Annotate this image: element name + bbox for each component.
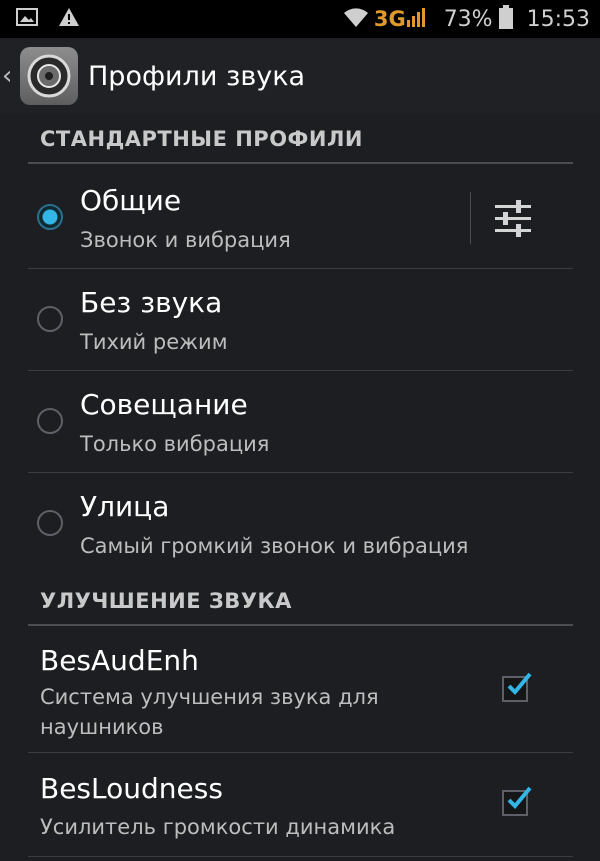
pref-title: BesAudEnh [40,644,199,677]
wifi-icon [342,6,370,32]
pref-title: BesLoudness [40,772,223,805]
action-bar[interactable]: ‹ Профили звука [0,38,600,114]
profile-subtitle: Самый громкий звонок и вибрация [80,534,469,558]
profile-radio-outdoor[interactable] [37,510,63,536]
pref-checkbox-besaudenh[interactable] [502,672,532,702]
pref-subtitle: Система улучшения звука для наушников [40,685,379,739]
profile-row-meeting[interactable]: Совещание Только вибрация [28,370,573,473]
clock: 15:53 [526,6,590,32]
profile-title: Улица [80,490,170,523]
profile-title: Без звука [80,286,223,319]
profile-title: Совещание [80,388,248,421]
profile-settings-button[interactable] [483,192,543,246]
profile-title: Общие [80,184,182,217]
pref-row-besaudenh[interactable]: BesAudEnh Система улучшения звука для на… [28,628,573,753]
network-type: 3G [373,7,406,31]
profile-row-silent[interactable]: Без звука Тихий режим [28,268,573,371]
profile-subtitle: Только вибрация [80,432,270,456]
back-caret-icon[interactable]: ‹ [2,61,16,91]
battery-percent: 73% [443,6,493,32]
page-title: Профили звука [88,60,306,92]
sound-profiles-app-icon [20,47,78,105]
profile-row-general[interactable]: Общие Звонок и вибрация [28,166,573,269]
battery-icon [498,5,513,33]
warning-icon [58,7,80,31]
screen: 3G 73% 15:53 ‹ Профили звука СТАНДАРТНЫЕ… [0,0,600,861]
status-bar: 3G 73% 15:53 [0,0,600,38]
section-header-label: УЛУЧШЕНИЕ ЗВУКА [40,589,292,613]
equalizer-settings-icon [495,200,531,237]
checkmark-icon [507,672,532,695]
profile-radio-silent[interactable] [37,306,63,332]
profile-radio-meeting[interactable] [37,408,63,434]
checkmark-icon [507,786,532,809]
pref-checkbox-besloudness[interactable] [502,786,532,816]
profile-radio-general[interactable] [37,204,63,230]
profile-row-outdoor[interactable]: Улица Самый громкий звонок и вибрация [28,472,573,574]
section-header-sound-enhancement: УЛУЧШЕНИЕ ЗВУКА [28,578,573,626]
image-icon [16,8,38,30]
profile-subtitle: Тихий режим [80,330,228,354]
section-header-label: СТАНДАРТНЫЕ ПРОФИЛИ [40,127,363,151]
section-header-standard-profiles: СТАНДАРТНЫЕ ПРОФИЛИ [28,116,573,164]
pref-row-besloudness[interactable]: BesLoudness Усилитель громкости динамика [28,752,573,857]
pref-subtitle: Усилитель громкости динамика [40,815,396,839]
row-divider [470,192,471,244]
signal-icon [406,6,428,32]
profile-subtitle: Звонок и вибрация [80,228,291,252]
